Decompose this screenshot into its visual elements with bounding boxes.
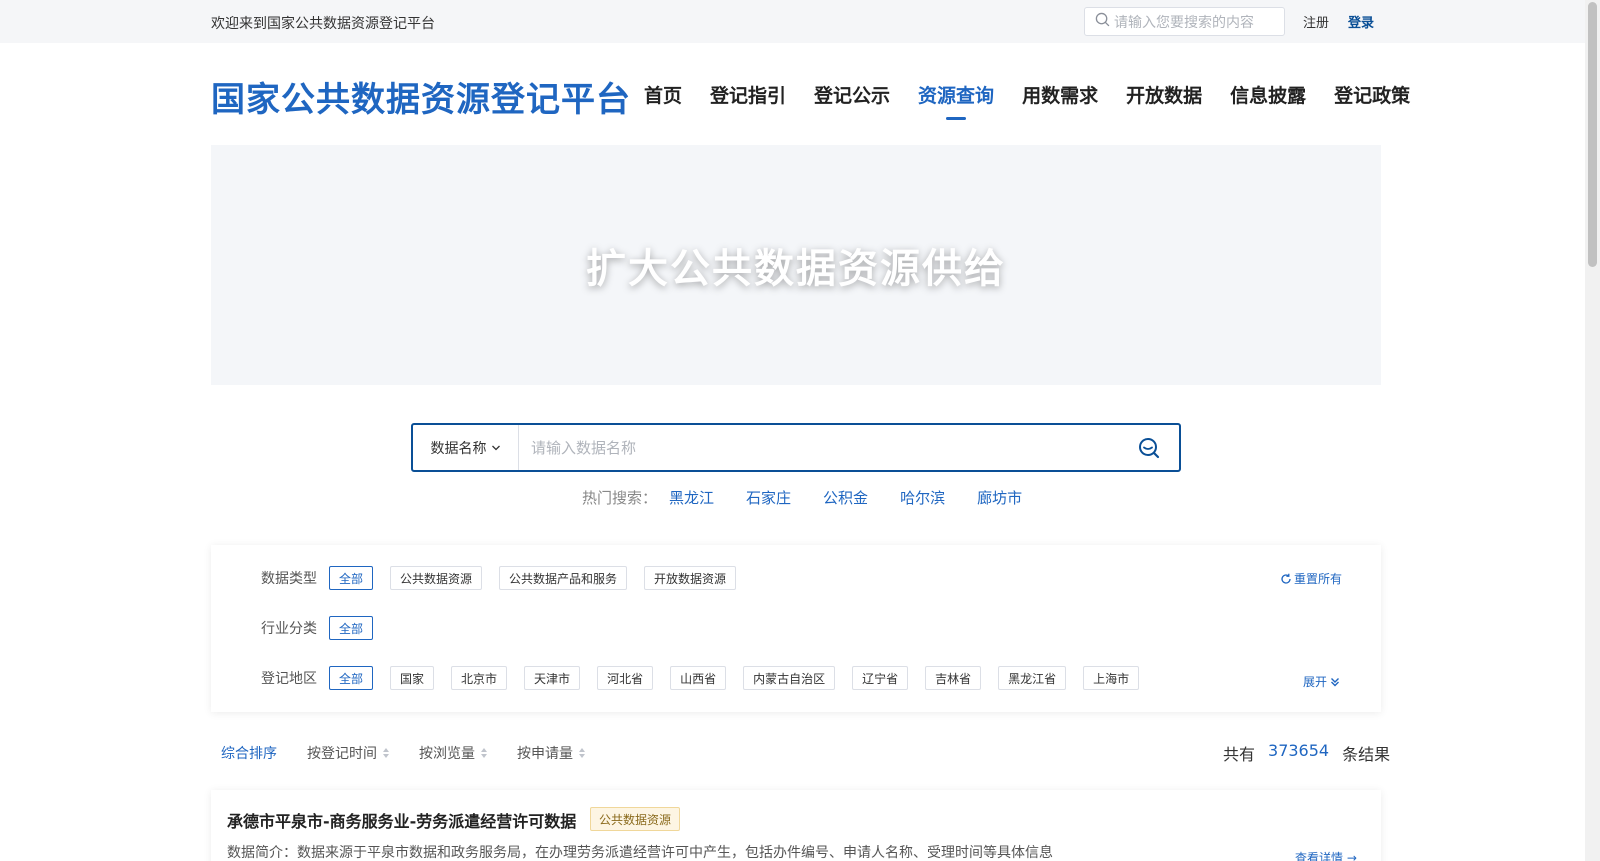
filter-tag[interactable]: 河北省 (597, 666, 654, 690)
welcome-text: 欢迎来到国家公共数据资源登记平台 (211, 16, 435, 32)
filter-tag[interactable]: 山西省 (670, 666, 727, 690)
filter-tag-all[interactable]: 全部 (329, 616, 374, 640)
filter-tag[interactable]: 北京市 (451, 666, 508, 690)
top-search-input[interactable]: 请输入您要搜索的内容 (1084, 7, 1285, 36)
filter-tag[interactable]: 黑龙江省 (998, 666, 1067, 690)
filter-tag[interactable]: 天津市 (524, 666, 581, 690)
filter-tag-all[interactable]: 全部 (329, 666, 374, 690)
filter-tag[interactable]: 内蒙古自治区 (743, 666, 836, 690)
filter-tag[interactable]: 公共数据产品和服务 (499, 566, 628, 590)
data-search-box: 数据名称 (411, 423, 1181, 472)
filter-row-industry: 行业分类 全部 (261, 616, 390, 640)
top-bar: 欢迎来到国家公共数据资源登记平台 请输入您要搜索的内容 注册 登录 (0, 0, 1585, 43)
hot-search-item[interactable]: 廊坊市 (977, 487, 1022, 508)
refresh-icon (1280, 573, 1292, 585)
sort-default[interactable]: 综合排序 (221, 743, 277, 763)
register-link[interactable]: 注册 (1303, 12, 1329, 31)
expand-label: 展开 (1303, 675, 1328, 689)
filter-tag[interactable]: 上海市 (1083, 666, 1140, 690)
nav-notice[interactable]: 登记公示 (814, 81, 890, 108)
login-link[interactable]: 登录 (1348, 12, 1374, 31)
hot-search-item[interactable]: 石家庄 (746, 487, 791, 508)
site-logo[interactable]: 国家公共数据资源登记平台 (211, 72, 631, 121)
filter-tag[interactable]: 国家 (390, 666, 435, 690)
sort-bar: 综合排序 按登记时间 按浏览量 按申请量 (221, 743, 615, 763)
nav-policy[interactable]: 登记政策 (1334, 81, 1410, 108)
expand-regions-button[interactable]: 展开 (1303, 673, 1340, 690)
double-chevron-down-icon (1330, 677, 1340, 687)
filter-tag[interactable]: 公共数据资源 (390, 566, 483, 590)
filter-label: 行业分类 (261, 621, 317, 637)
result-card[interactable]: 承德市平泉市-商务服务业-劳务派遣经营许可数据 公共数据资源 数据简介：数据来源… (211, 790, 1381, 861)
search-type-select[interactable]: 数据名称 (413, 425, 519, 470)
sort-label: 综合排序 (221, 746, 277, 762)
view-details-label: 查看详情 (1295, 851, 1344, 861)
search-button[interactable] (1119, 425, 1179, 470)
sort-label: 按申请量 (517, 746, 573, 762)
result-type-badge: 公共数据资源 (590, 807, 681, 831)
nav-disclosure[interactable]: 信息披露 (1230, 81, 1306, 108)
nav-open-data[interactable]: 开放数据 (1126, 81, 1202, 108)
hot-searches: 热门搜索： 黑龙江 石家庄 公积金 哈尔滨 廊坊市 (582, 487, 1054, 508)
filter-row-data-type: 数据类型 全部 公共数据资源 公共数据产品和服务 开放数据资源 (261, 566, 753, 590)
hot-search-item[interactable]: 黑龙江 (669, 487, 714, 508)
scrollbar-thumb[interactable] (1588, 2, 1597, 267)
filter-label: 登记地区 (261, 671, 317, 687)
result-description: 数据简介：数据来源于平泉市数据和政务服务局，在办理劳务派遣经营许可中产生，包括办… (227, 845, 1053, 861)
sort-by-views[interactable]: 按浏览量 (419, 743, 487, 763)
filter-panel: 数据类型 全部 公共数据资源 公共数据产品和服务 开放数据资源 行业分类 全部 … (211, 545, 1381, 712)
nav-guide[interactable]: 登记指引 (710, 81, 786, 108)
total-count: 373654 (1268, 741, 1330, 760)
result-total: 共有 373654 条结果 (1223, 741, 1390, 765)
sort-by-applications[interactable]: 按申请量 (517, 743, 585, 763)
search-icon (1095, 12, 1110, 31)
reset-label: 重置所有 (1294, 572, 1343, 586)
view-details-link[interactable]: 查看详情 → (1295, 849, 1357, 861)
total-suffix: 条结果 (1342, 745, 1391, 764)
filter-row-region: 登记地区 全部 国家 北京市 天津市 河北省 山西省 内蒙古自治区 辽宁省 吉林… (261, 666, 1156, 690)
banner-title: 扩大公共数据资源供给 (586, 246, 1006, 292)
chevron-down-icon (491, 443, 501, 453)
data-search-input[interactable] (519, 425, 1119, 470)
total-prefix: 共有 (1223, 745, 1256, 764)
search-type-label: 数据名称 (430, 440, 487, 457)
filter-tag[interactable]: 吉林省 (925, 666, 982, 690)
filter-label: 数据类型 (261, 571, 317, 587)
sort-label: 按登记时间 (307, 746, 377, 762)
hot-search-item[interactable]: 公积金 (823, 487, 868, 508)
filter-tag[interactable]: 开放数据资源 (644, 566, 737, 590)
search-icon (1137, 436, 1161, 460)
hot-search-label: 热门搜索： (582, 489, 658, 507)
hot-search-item[interactable]: 哈尔滨 (900, 487, 945, 508)
reset-filters-button[interactable]: 重置所有 (1280, 570, 1342, 587)
sort-arrows-icon (481, 748, 487, 758)
result-title[interactable]: 承德市平泉市-商务服务业-劳务派遣经营许可数据 (227, 808, 576, 832)
sort-arrows-icon (383, 748, 389, 758)
main-nav: 首页 登记指引 登记公示 资源查询 用数需求 开放数据 信息披露 登记政策 (644, 81, 1438, 108)
sort-label: 按浏览量 (419, 746, 475, 762)
nav-resource-query[interactable]: 资源查询 (918, 81, 994, 108)
hero-banner: 扩大公共数据资源供给 (211, 145, 1381, 385)
top-search-placeholder: 请输入您要搜索的内容 (1114, 14, 1254, 31)
sort-arrows-icon (579, 748, 585, 758)
filter-tag[interactable]: 辽宁省 (852, 666, 909, 690)
nav-demand[interactable]: 用数需求 (1022, 81, 1098, 108)
filter-tag-all[interactable]: 全部 (329, 566, 374, 590)
arrow-right-icon: → (1346, 851, 1357, 861)
page-scrollbar[interactable] (1585, 0, 1600, 861)
sort-by-register-time[interactable]: 按登记时间 (307, 743, 389, 763)
nav-home[interactable]: 首页 (644, 81, 682, 108)
